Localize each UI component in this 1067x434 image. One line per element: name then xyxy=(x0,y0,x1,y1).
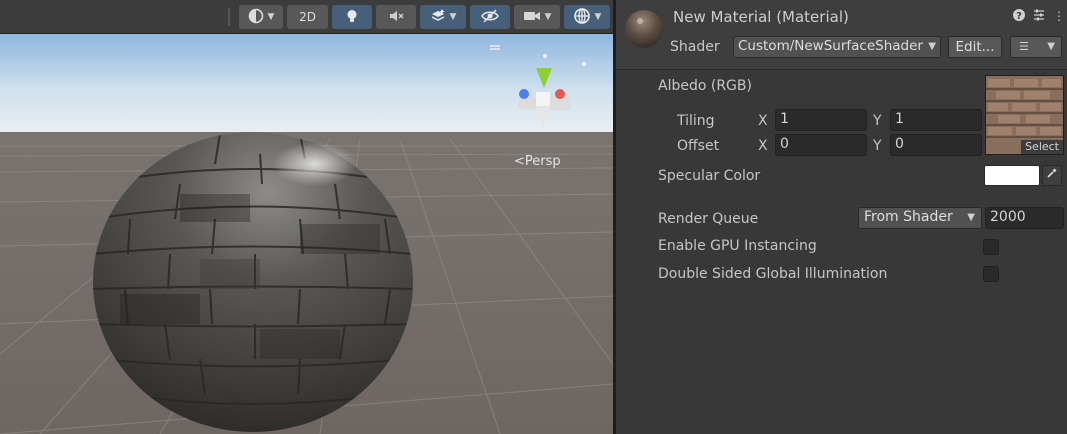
lighting-toggle-button[interactable] xyxy=(332,5,372,29)
albedo-label: Albedo (RGB) xyxy=(658,78,752,94)
specular-color-swatch[interactable] xyxy=(984,165,1040,186)
render-queue-dropdown[interactable]: From Shader ▼ xyxy=(858,207,982,229)
list-menu-icon: ☰ xyxy=(1019,40,1029,53)
shading-mode-button[interactable]: ▼ xyxy=(239,5,283,29)
inspector-title: New Material (Material) xyxy=(673,8,849,26)
chevron-down-icon: ▼ xyxy=(544,12,552,22)
scene-visibility-button[interactable] xyxy=(470,5,510,29)
offset-x-label: X xyxy=(758,138,768,154)
eyedropper-button[interactable] xyxy=(1042,165,1062,186)
more-menu-icon[interactable]: ⋮ xyxy=(1052,8,1066,24)
offset-x-field[interactable]: 0 xyxy=(775,134,867,156)
offset-y-label: Y xyxy=(873,138,882,154)
chevron-down-icon: ▼ xyxy=(928,41,936,52)
chevron-down-icon: ▼ xyxy=(967,212,975,223)
scene-toolbar: ▼ 2D ▼ ▼ ▼ xyxy=(0,0,613,34)
projection-toggle[interactable]: <Persp xyxy=(514,154,561,169)
material-thumbnail xyxy=(624,9,664,49)
chevron-down-icon: ▼ xyxy=(1047,41,1055,52)
audio-toggle-button[interactable] xyxy=(376,5,416,29)
list-menu-button[interactable]: ☰ ▼ xyxy=(1010,36,1062,58)
edit-shader-button[interactable]: Edit... xyxy=(948,36,1002,58)
hidden-eye-icon xyxy=(481,8,499,27)
z-axis-cone[interactable] xyxy=(519,89,529,99)
shading-mode-icon xyxy=(248,8,264,27)
tiling-label: Tiling xyxy=(677,113,715,129)
x-axis-cone[interactable] xyxy=(555,89,565,99)
offset-y-field[interactable]: 0 xyxy=(890,134,982,156)
effects-toggle-button[interactable]: ▼ xyxy=(420,5,466,29)
lightbulb-icon xyxy=(344,8,360,27)
help-icon[interactable]: ? xyxy=(1012,8,1026,24)
chevron-down-icon: ▼ xyxy=(594,12,602,22)
tiling-y-label: Y xyxy=(873,113,882,129)
eyedropper-icon xyxy=(1047,168,1057,178)
inspector-panel: New Material (Material) ? ⋮ Shader Custo… xyxy=(616,0,1067,434)
shader-label: Shader xyxy=(670,39,720,55)
offset-label: Offset xyxy=(677,138,720,154)
gizmos-globe-icon xyxy=(573,7,591,28)
texture-select-button[interactable]: Select xyxy=(1021,140,1063,154)
2d-toggle-button[interactable]: 2D xyxy=(287,5,328,29)
tiling-x-field[interactable]: 1 xyxy=(775,109,867,131)
gpu-instancing-label: Enable GPU Instancing xyxy=(658,238,817,254)
gpu-instancing-checkbox[interactable] xyxy=(983,239,999,255)
toolbar-separator xyxy=(228,8,230,26)
tiling-y-field[interactable]: 1 xyxy=(890,109,982,131)
scene-viewport[interactable] xyxy=(0,34,613,434)
2d-label: 2D xyxy=(299,10,316,24)
projection-label: Persp xyxy=(524,154,561,169)
render-queue-value-field[interactable]: 2000 xyxy=(985,207,1064,229)
tiling-x-label: X xyxy=(758,113,768,129)
render-queue-mode: From Shader xyxy=(864,209,953,225)
specular-color-label: Specular Color xyxy=(658,168,761,184)
render-queue-label: Render Queue xyxy=(658,211,759,227)
camera-settings-button[interactable]: ▼ xyxy=(514,5,560,29)
svg-text:?: ? xyxy=(1016,11,1022,22)
chevron-down-icon: ▼ xyxy=(267,12,275,22)
double-sided-gi-checkbox[interactable] xyxy=(983,266,999,282)
shader-dropdown[interactable]: Custom/NewSurfaceShader ▼ xyxy=(733,36,941,58)
chevron-down-icon: ▼ xyxy=(449,12,457,22)
shader-value: Custom/NewSurfaceShader xyxy=(738,38,923,54)
albedo-texture-slot[interactable]: Select xyxy=(985,75,1064,155)
double-sided-gi-label: Double Sided Global Illumination xyxy=(658,266,888,282)
scene-view[interactable]: ▼ 2D ▼ ▼ ▼ <Persp xyxy=(0,0,613,434)
camera-icon xyxy=(523,9,541,26)
presets-icon[interactable] xyxy=(1032,8,1046,24)
audio-mute-icon xyxy=(388,8,404,27)
effects-layers-icon xyxy=(430,8,446,27)
inspector-header: New Material (Material) ? ⋮ Shader Custo… xyxy=(616,0,1067,70)
gizmos-button[interactable]: ▼ xyxy=(564,5,610,29)
